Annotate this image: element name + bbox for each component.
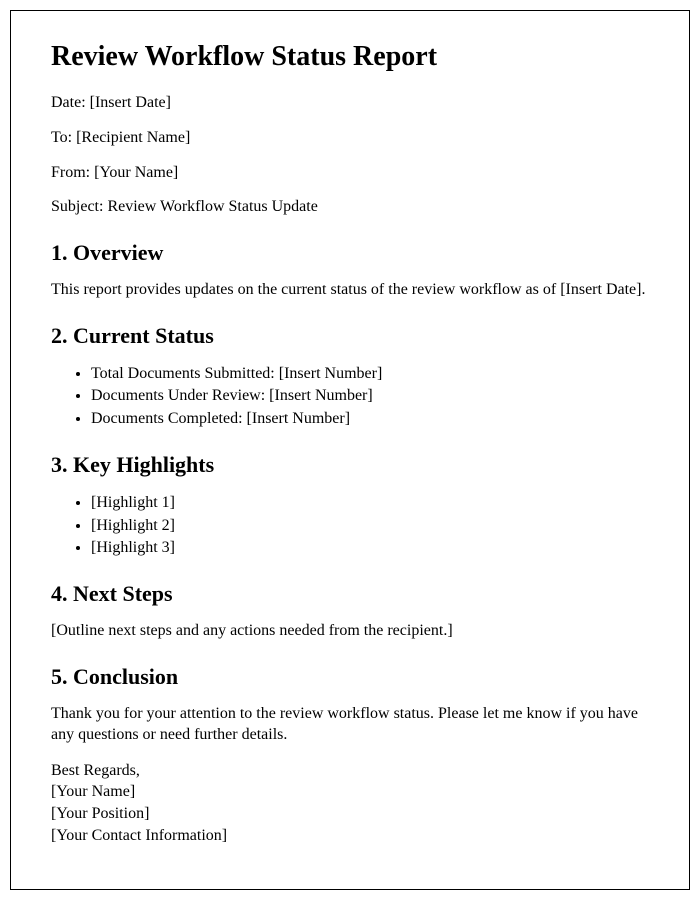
meta-date: Date: [Insert Date] xyxy=(51,93,649,114)
document-page: Review Workflow Status Report Date: [Ins… xyxy=(10,10,690,890)
signature-name: [Your Name] xyxy=(51,781,649,803)
meta-from: From: [Your Name] xyxy=(51,163,649,184)
report-title: Review Workflow Status Report xyxy=(51,41,649,73)
overview-body: This report provides updates on the curr… xyxy=(51,280,649,301)
next-steps-body: [Outline next steps and any actions need… xyxy=(51,621,649,642)
current-status-list: Total Documents Submitted: [Insert Numbe… xyxy=(91,363,649,430)
signature-block: Best Regards, [Your Name] [Your Position… xyxy=(51,760,649,846)
highlights-list: [Highlight 1] [Highlight 2] [Highlight 3… xyxy=(91,492,649,559)
list-item: Documents Under Review: [Insert Number] xyxy=(91,385,649,407)
list-item: [Highlight 2] xyxy=(91,515,649,537)
overview-heading: 1. Overview xyxy=(51,240,649,266)
next-steps-heading: 4. Next Steps xyxy=(51,581,649,607)
list-item: Documents Completed: [Insert Number] xyxy=(91,408,649,430)
current-status-heading: 2. Current Status xyxy=(51,323,649,349)
signature-contact: [Your Contact Information] xyxy=(51,825,649,847)
conclusion-body: Thank you for your attention to the revi… xyxy=(51,704,649,746)
list-item: [Highlight 3] xyxy=(91,537,649,559)
list-item: Total Documents Submitted: [Insert Numbe… xyxy=(91,363,649,385)
signature-closing: Best Regards, xyxy=(51,760,649,782)
meta-to: To: [Recipient Name] xyxy=(51,128,649,149)
list-item: [Highlight 1] xyxy=(91,492,649,514)
highlights-heading: 3. Key Highlights xyxy=(51,452,649,478)
signature-position: [Your Position] xyxy=(51,803,649,825)
meta-subject: Subject: Review Workflow Status Update xyxy=(51,197,649,218)
conclusion-heading: 5. Conclusion xyxy=(51,664,649,690)
